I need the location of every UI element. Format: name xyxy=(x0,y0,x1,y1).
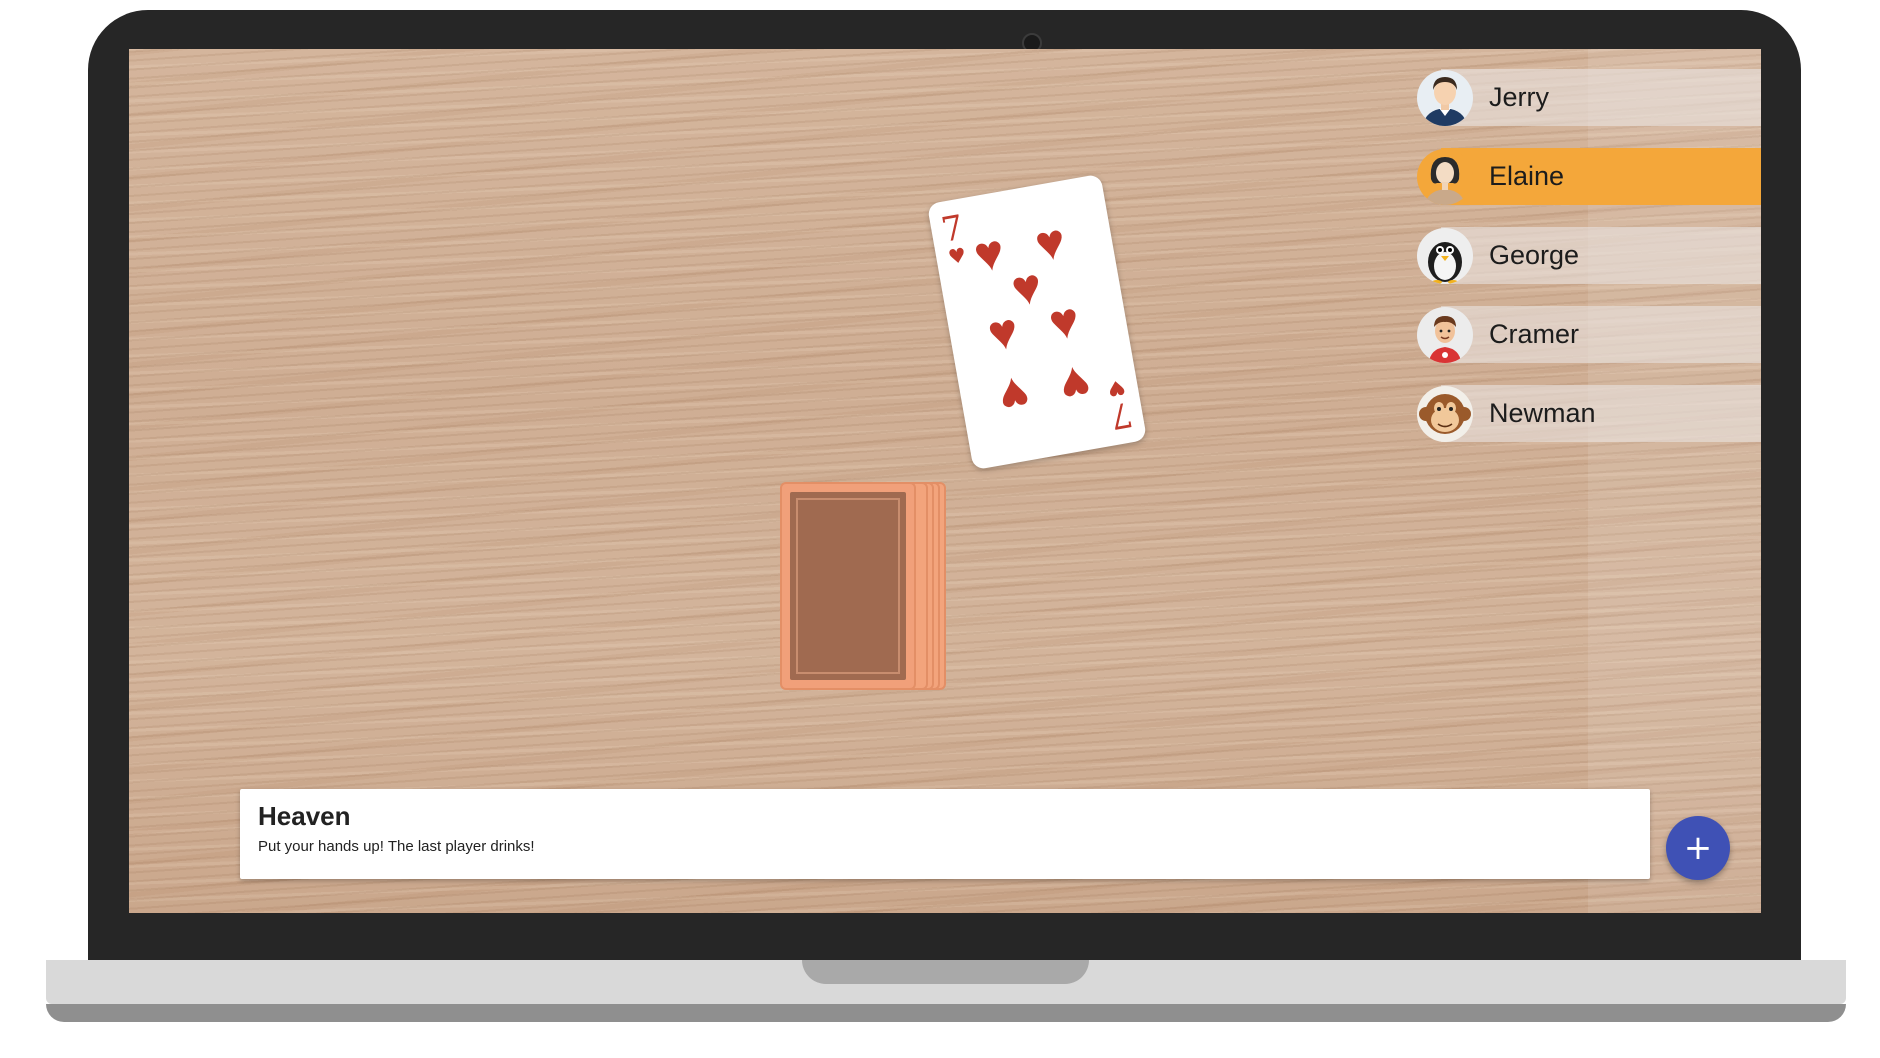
rule-title: Heaven xyxy=(258,801,351,831)
card-suit-icon: ♥ xyxy=(1105,374,1128,402)
monkey-avatar-icon xyxy=(1417,385,1473,442)
penguin-avatar-icon xyxy=(1417,227,1473,284)
played-card: 7 ♥ ♥ ♥ ♥ ♥ ♥ ♥ ♥ 7 ♥ xyxy=(926,173,1148,471)
card-back-pattern xyxy=(790,492,906,680)
player-item-jerry[interactable]: Jerry xyxy=(1417,69,1761,126)
rule-description: Put your hands up! The last player drink… xyxy=(258,838,535,855)
laptop-notch xyxy=(802,960,1089,984)
player-name: Elaine xyxy=(1489,161,1565,191)
game-table: 7 ♥ ♥ ♥ ♥ ♥ ♥ ♥ ♥ 7 ♥ Jerry Elaine Georg… xyxy=(129,49,1761,913)
player-name: Cramer xyxy=(1489,319,1580,349)
player-name: Jerry xyxy=(1489,82,1549,112)
card-corner-top: 7 ♥ xyxy=(938,208,970,270)
player-name: Newman xyxy=(1489,398,1596,428)
rule-card: Heaven Put your hands up! The last playe… xyxy=(240,789,1650,879)
player-item-cramer[interactable]: Cramer xyxy=(1417,306,1761,363)
card-deck[interactable] xyxy=(780,482,946,692)
boy-avatar-icon xyxy=(1417,306,1473,363)
heart-pip-icon: ♥ xyxy=(969,223,1009,284)
heart-pip-icon: ♥ xyxy=(994,364,1034,426)
card-suit-icon: ♥ xyxy=(946,242,969,270)
heart-pip-icon: ♥ xyxy=(1055,354,1095,415)
player-item-elaine[interactable]: Elaine xyxy=(1417,148,1761,205)
player-item-george[interactable]: George xyxy=(1417,227,1761,284)
player-item-newman[interactable]: Newman xyxy=(1417,385,1761,442)
heart-pip-icon: ♥ xyxy=(1044,291,1084,352)
man-avatar-icon xyxy=(1417,69,1473,126)
card-corner-bottom: 7 ♥ xyxy=(1104,374,1136,437)
deck-top-card[interactable] xyxy=(780,482,916,690)
laptop-base-edge xyxy=(46,1004,1846,1022)
player-name: George xyxy=(1489,240,1580,270)
add-player-button[interactable]: + xyxy=(1666,816,1730,880)
woman-avatar-icon xyxy=(1417,148,1473,205)
player-list: Jerry Elaine George Cramer Newman xyxy=(1417,69,1761,464)
